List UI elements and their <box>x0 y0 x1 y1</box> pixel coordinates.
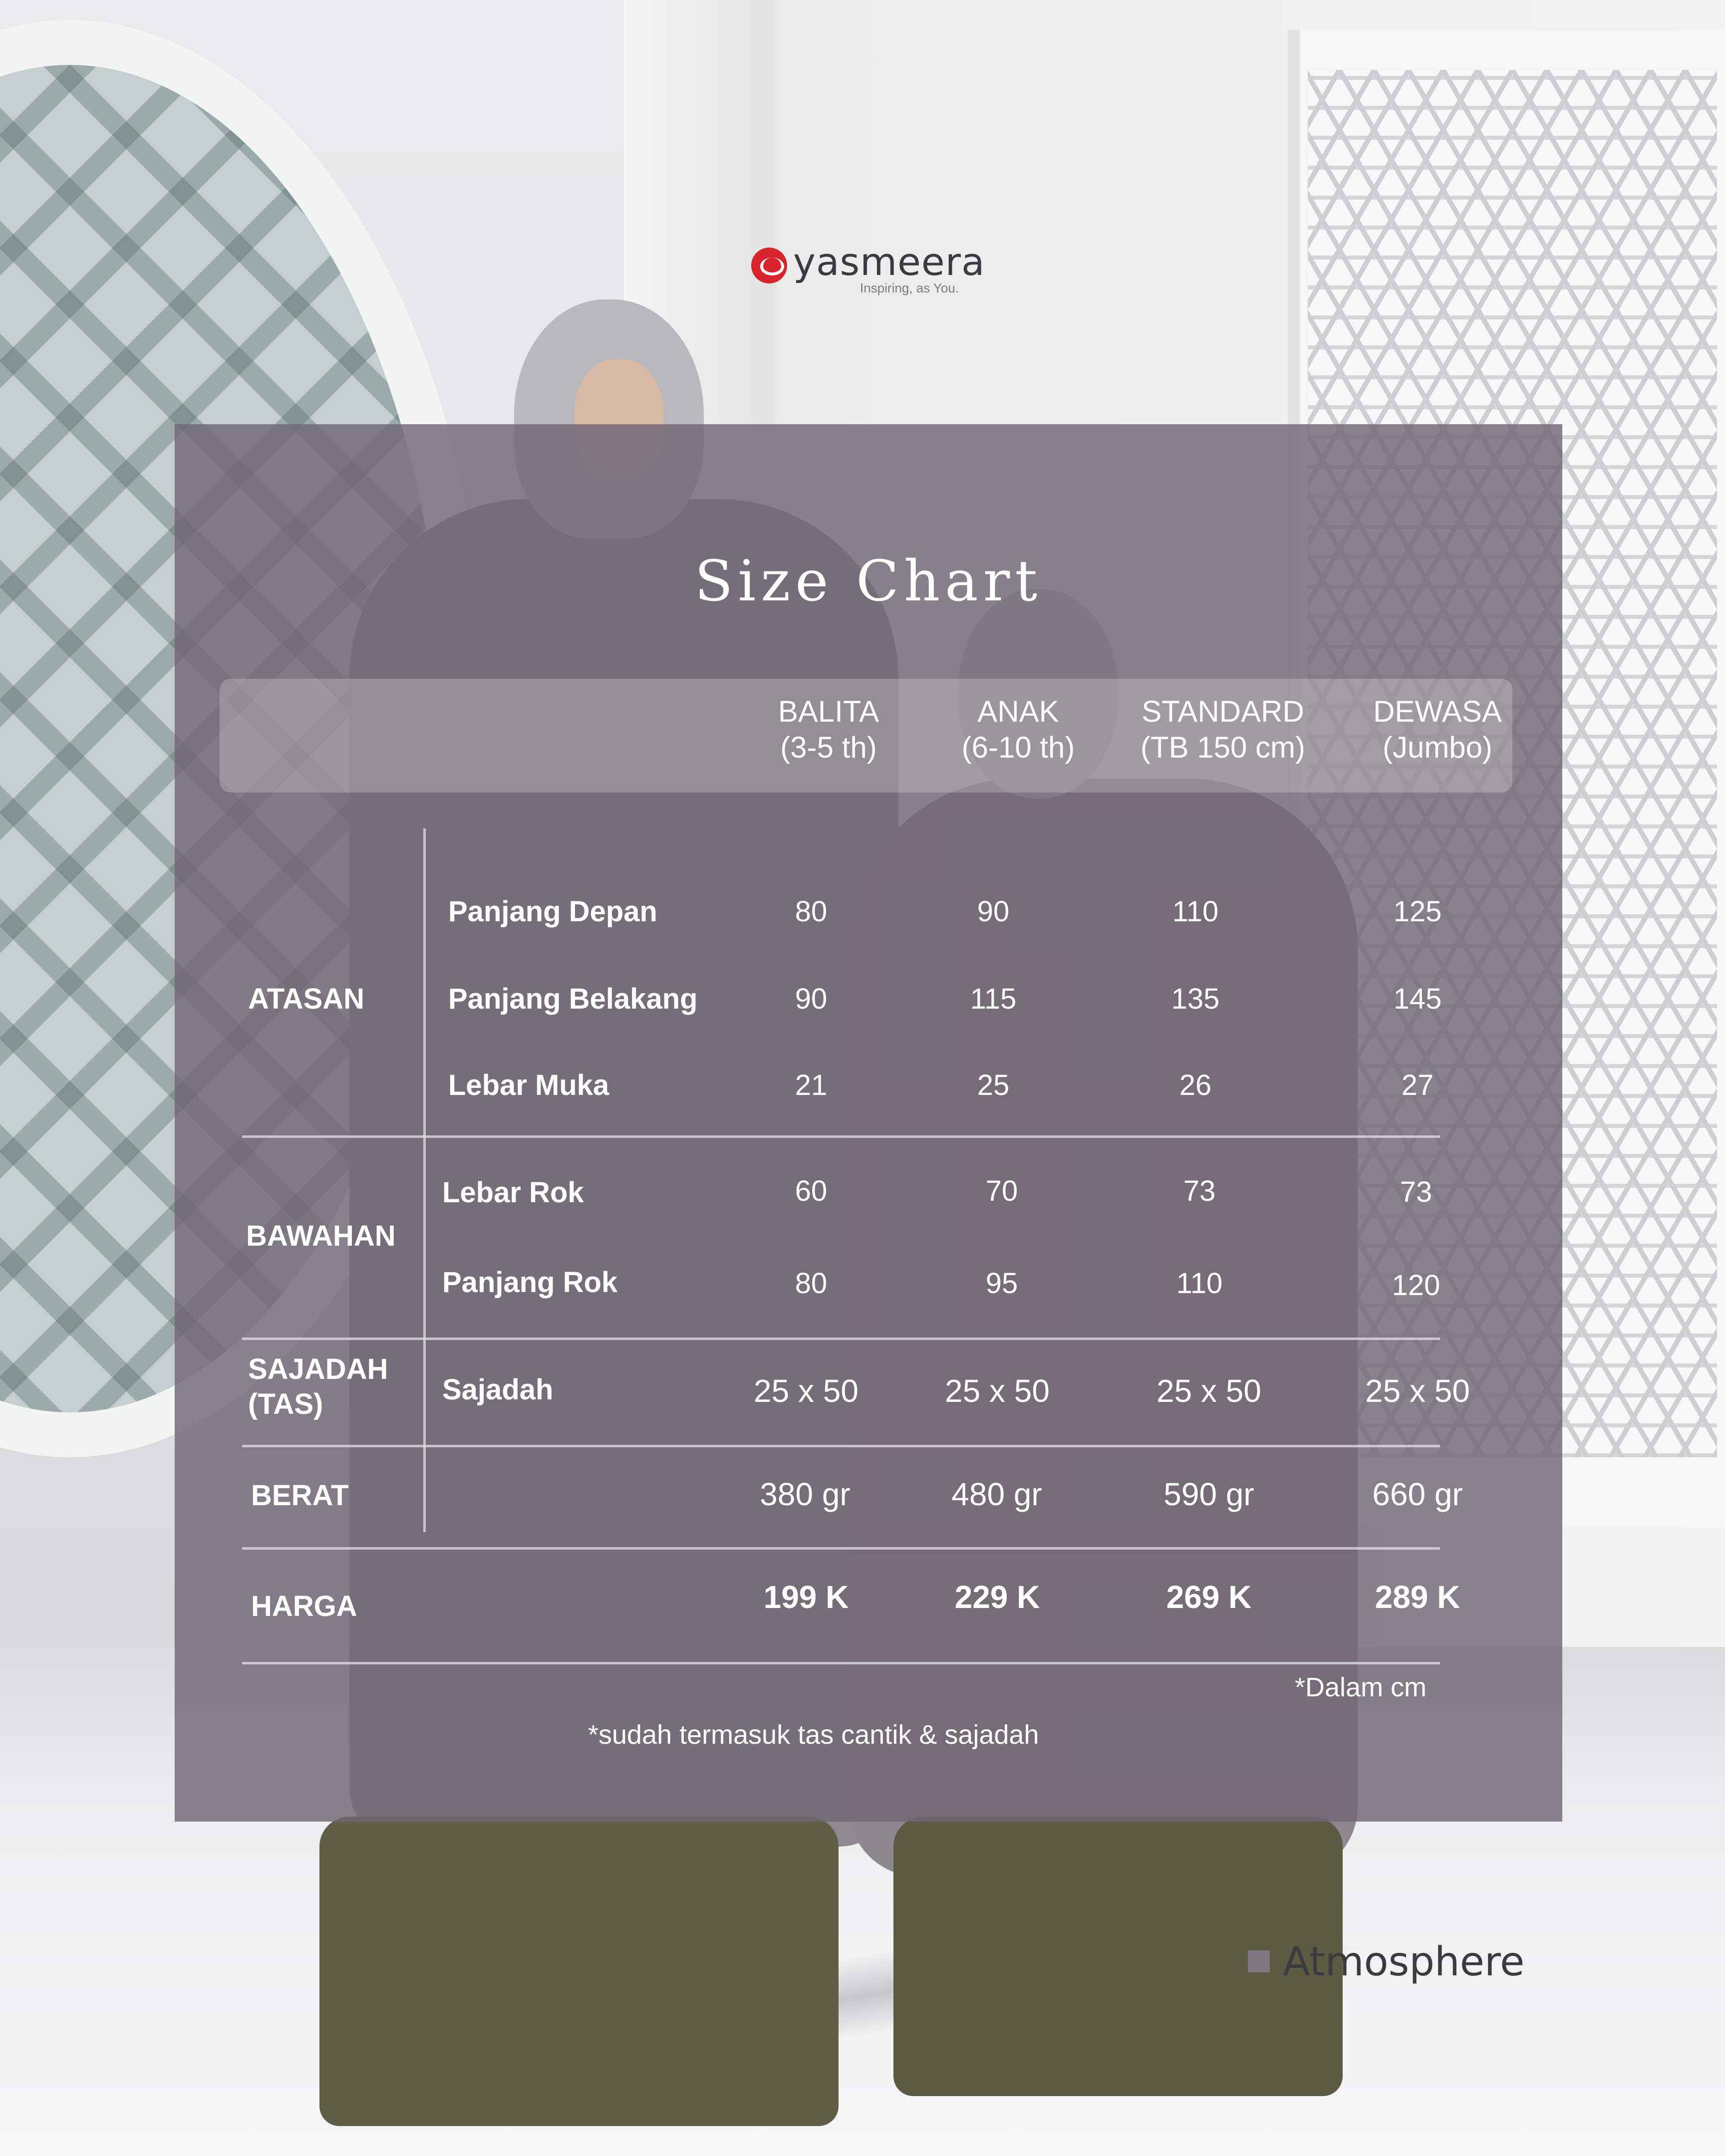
column-header-standard: STANDARD (TB 150 cm) <box>1113 694 1333 766</box>
cell-value: 480 gr <box>951 1476 1042 1512</box>
group-label-harga: HARGA <box>251 1590 357 1622</box>
cell-value: 25 x 50 <box>754 1373 859 1409</box>
group-divider-vertical <box>423 828 426 1532</box>
group-label-sajadah-sub: (TAS) <box>248 1388 323 1420</box>
row-divider <box>242 1547 1440 1550</box>
cell-value: 27 <box>1401 1069 1434 1101</box>
column-header-range: (3-5 th) <box>780 731 877 764</box>
column-header-name: BALITA <box>778 695 879 728</box>
group-label-berat: BERAT <box>251 1479 349 1512</box>
column-header-name: DEWASA <box>1373 695 1502 728</box>
row-label-lebar-rok: Lebar Rok <box>442 1176 584 1209</box>
cell-value: 90 <box>795 983 828 1015</box>
cell-value: 590 gr <box>1163 1476 1254 1512</box>
cell-value: 60 <box>795 1175 828 1207</box>
cell-value: 21 <box>795 1069 828 1101</box>
cell-value: 110 <box>1172 895 1219 928</box>
row-divider <box>242 1662 1440 1664</box>
model-adult-skirt <box>319 1817 839 2126</box>
group-label-sajadah: SAJADAH <box>248 1353 388 1385</box>
row-divider <box>242 1135 1440 1138</box>
row-label-panjang-depan: Panjang Depan <box>448 895 657 928</box>
cell-value: 110 <box>1176 1267 1223 1300</box>
chart-title: Size Chart <box>694 549 1043 614</box>
column-header-range: (6-10 th) <box>961 731 1075 764</box>
column-header-name: ANAK <box>977 695 1059 728</box>
column-header-range: (Jumbo) <box>1382 731 1493 764</box>
group-label-atasan: ATASAN <box>248 983 365 1015</box>
column-header-name: STANDARD <box>1142 695 1304 728</box>
column-header-dewasa: DEWASA (Jumbo) <box>1338 694 1537 766</box>
cell-value: 25 x 50 <box>945 1373 1050 1409</box>
cell-value: 145 <box>1393 983 1442 1015</box>
cell-value: 90 <box>977 895 1010 928</box>
row-label-panjang-belakang: Panjang Belakang <box>448 983 698 1015</box>
cell-value: 115 <box>970 983 1017 1015</box>
cell-value: 25 <box>977 1069 1010 1101</box>
cell-value: 135 <box>1171 983 1220 1015</box>
price-value: 289 K <box>1375 1579 1460 1615</box>
brand-tagline: Inspiring, as You. <box>860 280 959 295</box>
brand-logo: yasmeera Inspiring, as You. <box>751 240 991 303</box>
column-header-anak: ANAK (6-10 th) <box>938 694 1098 766</box>
unit-note: *Dalam cm <box>1295 1672 1427 1702</box>
row-label-sajadah: Sajadah <box>442 1373 554 1406</box>
row-label-lebar-muka: Lebar Muka <box>448 1069 609 1101</box>
cell-value: 660 gr <box>1372 1476 1463 1512</box>
column-header-balita: BALITA (3-5 th) <box>739 694 918 766</box>
price-value: 199 K <box>763 1579 849 1615</box>
collection-tag: Atmosphere <box>1248 1936 1524 1986</box>
price-value: 269 K <box>1166 1579 1252 1615</box>
cell-value: 80 <box>795 1267 828 1300</box>
row-label-panjang-rok: Panjang Rok <box>442 1266 618 1299</box>
collection-name: Atmosphere <box>1283 1938 1525 1985</box>
column-header-range: (TB 150 cm) <box>1140 731 1306 764</box>
cell-value: 120 <box>1392 1269 1440 1302</box>
cell-value: 70 <box>985 1175 1018 1207</box>
inclusion-note: *sudah termasuk tas cantik & sajadah <box>588 1720 1039 1750</box>
cell-value: 95 <box>985 1267 1018 1300</box>
row-divider <box>242 1445 1440 1447</box>
cell-value: 25 x 50 <box>1156 1373 1261 1409</box>
brand-mark-icon <box>751 248 787 283</box>
square-bullet-icon <box>1248 1950 1270 1972</box>
row-divider <box>242 1338 1440 1340</box>
group-label-bawahan: BAWAHAN <box>246 1220 396 1252</box>
cell-value: 25 x 50 <box>1365 1373 1470 1409</box>
cell-value: 125 <box>1393 895 1442 928</box>
cell-value: 26 <box>1179 1069 1212 1101</box>
cell-value: 80 <box>795 895 828 928</box>
brand-name: yasmeera <box>793 240 985 284</box>
price-value: 229 K <box>954 1579 1040 1615</box>
size-chart-panel: Size Chart BALITA (3-5 th) ANAK (6-10 th… <box>175 424 1562 1822</box>
cell-value: 73 <box>1183 1175 1216 1207</box>
cell-value: 380 gr <box>760 1476 851 1512</box>
cell-value: 73 <box>1400 1176 1433 1208</box>
